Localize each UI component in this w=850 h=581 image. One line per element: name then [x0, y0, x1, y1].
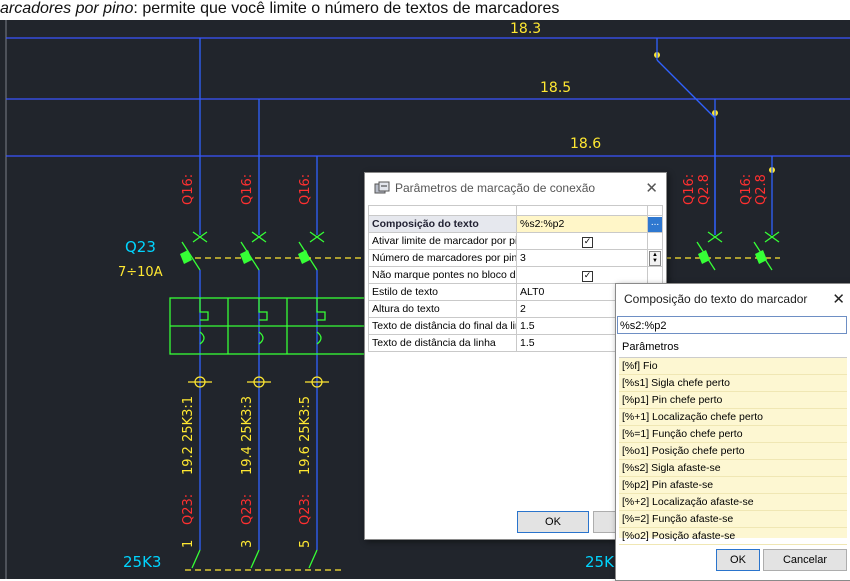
prop-label: Texto de distância do final da lir: [368, 317, 517, 335]
wire-label-2: 19.4 25K3:3: [240, 396, 255, 475]
contactor-name-right: 25K: [585, 553, 615, 571]
list-item[interactable]: [%p2] Pin afaste-se: [619, 477, 847, 494]
ok-button[interactable]: OK: [716, 549, 760, 571]
list-item[interactable]: [%=2] Função afaste-se: [619, 511, 847, 528]
prop-label: Altura do texto: [368, 300, 517, 318]
device-range: 7÷10A: [118, 265, 163, 280]
list-item[interactable]: [%s1] Sigla chefe perto: [619, 375, 847, 392]
bus-label-1: 18.3: [510, 21, 541, 37]
dialog2-title: Composição do texto do marcador: [624, 292, 808, 306]
prop-label: Composição do texto: [368, 215, 517, 233]
parameters-header: Parâmetros: [622, 341, 679, 353]
red-label-2: Q16:: [240, 174, 255, 205]
red-label-5: Q16:: [739, 174, 754, 205]
dialog1-title: Parâmetros de marcação de conexão: [395, 181, 596, 195]
enable-limit-checkbox[interactable]: ✓: [582, 236, 593, 248]
spinner-arrows-icon[interactable]: ▲ ▼: [649, 250, 661, 266]
bus-label-3: 18.6: [570, 136, 601, 152]
wire-label-1: 19.2 25K3:1: [181, 396, 196, 475]
list-item[interactable]: [%+2] Localização afaste-se: [619, 494, 847, 511]
pin-label-2: 3: [240, 540, 255, 548]
contactor-contacts: [191, 549, 318, 569]
contactor-name: 25K3: [123, 553, 161, 571]
caption-italic: arcadores por pino: [0, 0, 134, 17]
wire-label-b-1: Q23:: [181, 494, 196, 525]
row-no-bridges[interactable]: Não marque pontes no bloco de ✓: [368, 266, 663, 284]
list-item[interactable]: [%p1] Pin chefe perto: [619, 392, 847, 409]
composition-input[interactable]: %s2:%p2: [617, 316, 847, 334]
bus-label-2: 18.5: [540, 80, 571, 96]
prop-label: Estilo de texto: [368, 283, 517, 301]
pin-label-1: 1: [181, 540, 196, 548]
row-enable-limit[interactable]: Ativar limite de marcador por pir ✓: [368, 232, 663, 250]
wire-marker-icon: [374, 181, 390, 194]
list-item[interactable]: [%=1] Função chefe perto: [619, 426, 847, 443]
cancel-button[interactable]: Cancelar: [763, 549, 847, 571]
caption-text: arcadores por pino: permite que você lim…: [0, 0, 850, 20]
wire-label-3: 19.6 25K3:5: [298, 396, 313, 475]
red-label-7: Q2.8: [754, 174, 769, 205]
red-label-6: Q2.8: [697, 174, 712, 205]
prop-label: Texto de distância da linha: [368, 334, 517, 352]
close-icon[interactable]: ✕: [832, 284, 845, 314]
red-label-1: Q16:: [181, 174, 196, 205]
list-item[interactable]: [%f] Fio: [619, 358, 847, 375]
parameters-list: [%f] Fio [%s1] Sigla chefe perto [%p1] P…: [619, 357, 847, 545]
wire-label-b-2: Q23:: [240, 494, 255, 525]
red-label-4: Q16:: [682, 174, 697, 205]
prop-label: Ativar limite de marcador por pir: [368, 232, 517, 250]
pin-label-3: 5: [298, 540, 313, 548]
list-item[interactable]: [%o2] Posição afaste-se: [619, 528, 847, 545]
thermal-block: [169, 297, 366, 355]
red-label-3: Q16:: [298, 174, 313, 205]
prop-label: Número de marcadores por pino: [368, 249, 517, 267]
wire-label-b-3: Q23:: [298, 494, 313, 525]
ellipsis-button[interactable]: ...: [648, 216, 662, 232]
marker-text-composition-dialog: Composição do texto do marcador ✕ %s2:%p…: [615, 283, 850, 581]
markers-per-pin-field[interactable]: 3: [516, 249, 648, 267]
bus-lines: [6, 37, 850, 157]
ok-button[interactable]: OK: [517, 511, 589, 533]
dialog2-titlebar[interactable]: Composição do texto do marcador ✕: [616, 284, 850, 314]
prop-label: Não marque pontes no bloco de: [368, 266, 517, 284]
dialog1-titlebar[interactable]: Parâmetros de marcação de conexão ✕: [365, 173, 666, 203]
caption-rest: : permite que você limite o número de te…: [133, 0, 560, 17]
row-text-composition[interactable]: Composição do texto %s2:%p2 ...: [368, 215, 663, 233]
no-bridges-checkbox[interactable]: ✓: [582, 270, 593, 282]
close-icon[interactable]: ✕: [645, 173, 658, 203]
text-composition-field[interactable]: %s2:%p2: [516, 215, 648, 233]
list-item[interactable]: [%+1] Localização chefe perto: [619, 409, 847, 426]
device-name: Q23: [125, 238, 156, 256]
row-markers-per-pin[interactable]: Número de marcadores por pino 3 ▲ ▼: [368, 249, 663, 267]
list-item[interactable]: [%s2] Sigla afaste-se: [619, 460, 847, 477]
list-item[interactable]: [%o1] Posição chefe perto: [619, 443, 847, 460]
